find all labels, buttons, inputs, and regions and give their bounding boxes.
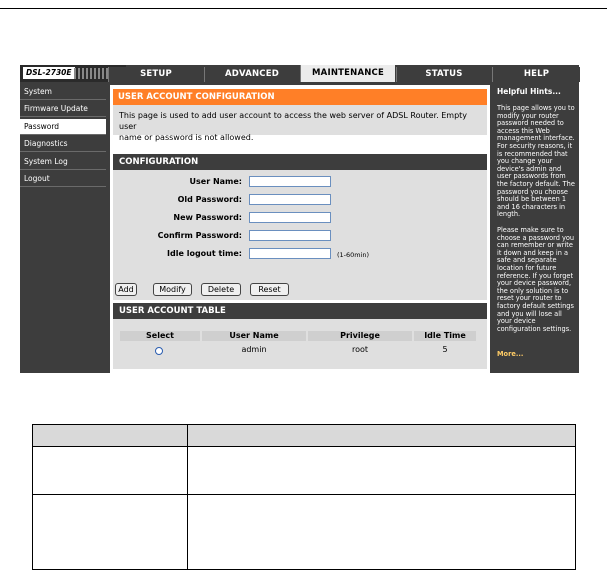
main-content: USER ACCOUNT CONFIGURATION This page is … (110, 85, 490, 373)
row-select-radio[interactable] (155, 347, 163, 355)
tab-advanced[interactable]: ADVANCED (204, 67, 299, 82)
tab-setup[interactable]: SETUP (108, 67, 203, 82)
delete-button[interactable]: Delete (201, 283, 241, 296)
tab-status[interactable]: STATUS (396, 67, 491, 82)
idle-logout-hint: (1-60min) (337, 251, 370, 259)
table-header-user-name: User Name (202, 331, 306, 341)
router-web-ui: DSL-2730E SETUP ADVANCED MAINTENANCE STA… (20, 65, 580, 373)
table-column-divider (187, 424, 188, 570)
sidebar-item-password[interactable]: Password (20, 119, 106, 135)
sidebar-item-system-log[interactable]: System Log (20, 154, 106, 170)
row-user-name: admin (241, 345, 267, 354)
reset-button[interactable]: Reset (250, 283, 289, 296)
table-header-idle-time: Idle Time (414, 331, 476, 341)
description-line-2: name or password is not allowed. (119, 133, 254, 142)
confirm-password-input[interactable] (249, 230, 331, 241)
sidebar-item-system[interactable]: System (20, 84, 106, 100)
description-line-1: This page is used to add user account to… (119, 111, 468, 131)
idle-logout-label: Idle logout time: (167, 249, 242, 258)
user-account-config-description: This page is used to add user account to… (113, 105, 487, 142)
row-privilege: root (351, 345, 369, 354)
help-paragraph-1: This page allows you to modify your rout… (497, 104, 575, 219)
sidebar: System Firmware Update Password Diagnost… (20, 83, 106, 373)
sidebar-item-diagnostics[interactable]: Diagnostics (20, 136, 106, 152)
row-idle-time: 5 (442, 345, 448, 354)
user-account-config-title: USER ACCOUNT CONFIGURATION (113, 89, 487, 105)
table-border-left (32, 424, 33, 570)
document-table (32, 424, 576, 570)
table-row-divider (32, 494, 576, 495)
user-name-label: User Name: (189, 177, 242, 186)
sidebar-item-logout[interactable]: Logout (20, 171, 106, 187)
document-table-header (32, 424, 576, 447)
tab-maintenance[interactable]: MAINTENANCE (300, 65, 395, 82)
modify-button[interactable]: Modify (153, 283, 192, 296)
old-password-input[interactable] (249, 194, 331, 205)
table-border-right (575, 424, 576, 570)
help-title: Helpful Hints... (497, 87, 561, 96)
configuration-title: CONFIGURATION (113, 154, 487, 170)
help-more-link[interactable]: More... (497, 350, 523, 359)
table-header-select: Select (120, 331, 200, 341)
user-account-table (113, 319, 487, 369)
idle-logout-input[interactable] (249, 248, 331, 259)
help-panel: Helpful Hints... This page allows you to… (494, 85, 579, 373)
user-name-input[interactable] (249, 176, 331, 187)
old-password-label: Old Password: (177, 195, 242, 204)
new-password-input[interactable] (249, 212, 331, 223)
logo-text: DSL-2730E (23, 67, 75, 79)
table-header-privilege: Privilege (308, 331, 412, 341)
tab-help[interactable]: HELP (492, 67, 580, 82)
add-button[interactable]: Add (115, 283, 137, 296)
help-paragraph-2: Please make sure to choose a password yo… (497, 226, 575, 333)
new-password-label: New Password: (173, 213, 242, 222)
user-account-table-title: USER ACCOUNT TABLE (113, 303, 487, 319)
confirm-password-label: Confirm Password: (157, 231, 242, 240)
page-top-rule (0, 8, 607, 9)
sidebar-item-firmware-update[interactable]: Firmware Update (20, 101, 106, 117)
